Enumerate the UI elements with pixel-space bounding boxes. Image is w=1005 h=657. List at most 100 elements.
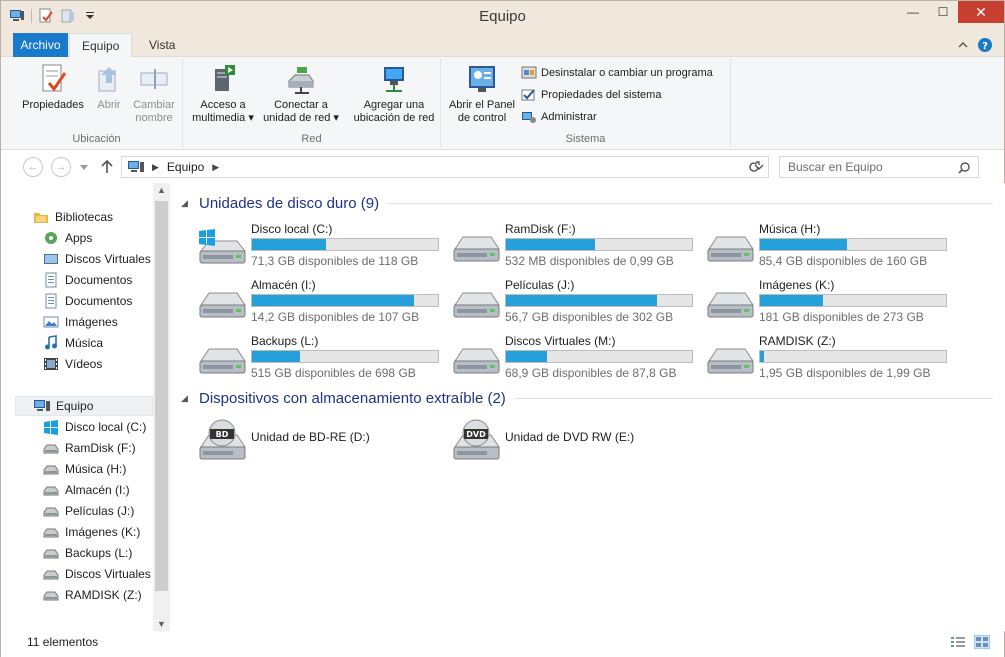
forward-button[interactable]: → xyxy=(51,157,71,177)
rename-button[interactable]: Cambiar nombre xyxy=(129,63,179,125)
window-controls: — ☐ ✕ xyxy=(898,1,1004,23)
drive-usage-fill xyxy=(760,239,848,250)
drive-tile[interactable]: RamDisk (F:) 532 MB disponibles de 0,99 G… xyxy=(435,221,693,271)
hard-drive-icon xyxy=(43,528,59,538)
drive-tile[interactable]: Imágenes (K:) 181 GB disponibles de 273 G… xyxy=(689,277,947,327)
nav-drive-m-label: Discos Virtuales ( xyxy=(65,567,153,581)
ribbon: Propiedades Abrir Cambiar nombre Ubicaci… xyxy=(1,57,1004,150)
network-drive-icon xyxy=(288,67,314,94)
maximize-button[interactable]: ☐ xyxy=(928,1,958,23)
tiles-view-icon[interactable] xyxy=(974,635,990,649)
search-icon[interactable] xyxy=(958,162,970,174)
documents-icon xyxy=(45,272,57,288)
drive-free-space: 1,95 GB disponibles de 1,99 GB xyxy=(759,366,931,380)
addnet-label-1: Agregar una xyxy=(363,99,425,111)
videos-icon xyxy=(44,358,58,370)
drive-usage-fill xyxy=(252,295,414,306)
properties-icon xyxy=(42,64,67,92)
breadcrumb-chevron-icon[interactable]: ▶ xyxy=(212,162,219,173)
rename-icon xyxy=(140,69,168,89)
drive-tile[interactable]: Disco local (C:) 71,3 GB disponibles de 1… xyxy=(181,221,439,271)
breadcrumb-equipo[interactable]: Equipo xyxy=(167,160,204,174)
drive-tile[interactable]: Música (H:) 85,4 GB disponibles de 160 GB xyxy=(689,221,947,271)
drive-tile[interactable]: Películas (J:) 56,7 GB disponibles de 302… xyxy=(435,277,693,327)
nav-drive-m[interactable]: Discos Virtuales ( xyxy=(43,564,153,584)
nav-drive-k-label: Imágenes (K:) xyxy=(65,525,141,539)
collapse-chevron-icon[interactable]: ◢ xyxy=(181,393,191,404)
properties-button[interactable]: Propiedades xyxy=(19,63,87,112)
hard-drive-icon xyxy=(707,292,754,318)
tab-view[interactable]: Vista xyxy=(137,33,187,57)
map-drive-button[interactable]: Conectar a unidad de red ▾ xyxy=(259,63,343,125)
tab-computer[interactable]: Equipo xyxy=(69,33,133,58)
media-label-1: Acceso a xyxy=(200,99,246,111)
minimize-button[interactable]: — xyxy=(898,1,928,23)
view-switcher xyxy=(950,635,990,649)
removable-drive-name: Unidad de DVD RW (E:) xyxy=(505,430,635,444)
up-arrow-icon[interactable] xyxy=(101,160,113,174)
disc-badge: BD xyxy=(216,430,229,439)
group-network: Acceso a multimedia ▾ Conectar a unidad … xyxy=(183,59,441,147)
optical-drive-icon: BD xyxy=(199,419,246,460)
drive-name: RAMDISK (Z:) xyxy=(759,334,836,348)
help-icon[interactable]: ? xyxy=(978,38,992,52)
rename-label-1: Cambiar xyxy=(133,99,175,111)
nav-scrollbar[interactable]: ▲ ▼ xyxy=(153,183,170,631)
chevron-up-icon[interactable] xyxy=(958,40,968,50)
nav-drive-c-label: Disco local (C:) xyxy=(65,420,147,434)
close-button[interactable]: ✕ xyxy=(958,1,1004,23)
drive-name: Backups (L:) xyxy=(251,334,319,348)
drive-name: Almacén (I:) xyxy=(251,278,316,292)
nav-drive-l-label: Backups (L:) xyxy=(65,546,133,560)
nav-videos-label: Vídeos xyxy=(65,357,103,371)
media-access-button[interactable]: Acceso a multimedia ▾ xyxy=(189,63,257,125)
nav-computer[interactable]: Equipo xyxy=(15,396,153,416)
group-label-system: Sistema xyxy=(565,133,606,145)
hard-drive-icon xyxy=(707,348,754,374)
control-panel-button[interactable]: Abrir el Panel de control xyxy=(445,63,519,125)
drive-tile[interactable]: RAMDISK (Z:) 1,95 GB disponibles de 1,99 … xyxy=(689,333,947,383)
hdd-group-header[interactable]: ◢ Unidades de disco duro (9) xyxy=(181,195,993,212)
uninstall-program-button[interactable]: Desinstalar o cambiar un programa xyxy=(521,65,713,81)
details-view-icon[interactable] xyxy=(950,635,966,649)
tab-file[interactable]: Archivo xyxy=(13,33,68,57)
refresh-icon[interactable] xyxy=(747,160,761,174)
drive-usage-bar xyxy=(251,238,439,251)
removable-group-header[interactable]: ◢ Dispositivos con almacenamiento extraí… xyxy=(181,390,993,407)
manage-button[interactable]: Administrar xyxy=(521,109,597,125)
back-button[interactable]: ← xyxy=(23,157,43,177)
sysprops-label: Propiedades del sistema xyxy=(541,89,662,101)
hard-drive-icon xyxy=(43,591,59,601)
scrollbar-thumb[interactable] xyxy=(155,201,168,591)
system-properties-icon xyxy=(521,89,535,101)
system-properties-button[interactable]: Propiedades del sistema xyxy=(521,87,661,103)
open-label: Abrir xyxy=(97,99,121,111)
search-input[interactable] xyxy=(780,157,950,177)
drive-free-space: 532 MB disponibles de 0,99 GB xyxy=(505,254,674,268)
scroll-up-icon[interactable]: ▲ xyxy=(153,185,170,195)
scroll-down-icon[interactable]: ▼ xyxy=(153,619,170,629)
group-label-network: Red xyxy=(301,133,322,145)
explorer-window: Equipo — ☐ ✕ Archivo Equipo Vista ? Prop… xyxy=(0,0,1005,657)
removable-drive-tile[interactable]: BD Unidad de BD-RE (D:) xyxy=(181,415,435,465)
removable-drive-tile[interactable]: DVD Unidad de DVD RW (E:) xyxy=(435,415,689,465)
drive-usage-fill xyxy=(252,351,301,362)
collapse-chevron-icon[interactable]: ◢ xyxy=(181,198,191,209)
drive-tile[interactable]: Discos Virtuales (M:) 68,9 GB disponibles… xyxy=(435,333,693,383)
nav-drive-f-label: RamDisk (F:) xyxy=(65,441,136,455)
documents-icon xyxy=(45,293,57,309)
address-bar[interactable]: ▶ Equipo ▶ xyxy=(121,156,769,178)
drive-tile[interactable]: Backups (L:) 515 GB disponibles de 698 GB xyxy=(181,333,439,383)
hard-drive-icon xyxy=(453,236,500,262)
hard-drive-icon xyxy=(43,465,59,475)
content-area: ◢ Unidades de disco duro (9) Disco local… xyxy=(173,183,1005,631)
group-system: Abrir el Panel de control Desinstalar o … xyxy=(441,59,731,147)
add-network-location-button[interactable]: Agregar una ubicación de red xyxy=(349,63,439,125)
optical-drive-icon: DVD xyxy=(453,419,500,460)
drive-tile[interactable]: Almacén (I:) 14,2 GB disponibles de 107 G… xyxy=(181,277,439,327)
hdd-group-title: Unidades de disco duro (9) xyxy=(199,195,380,212)
open-button[interactable]: Abrir xyxy=(89,63,129,112)
window-title: Equipo xyxy=(479,8,526,25)
recent-locations-icon[interactable] xyxy=(80,165,88,171)
drive-free-space: 14,2 GB disponibles de 107 GB xyxy=(251,310,420,324)
